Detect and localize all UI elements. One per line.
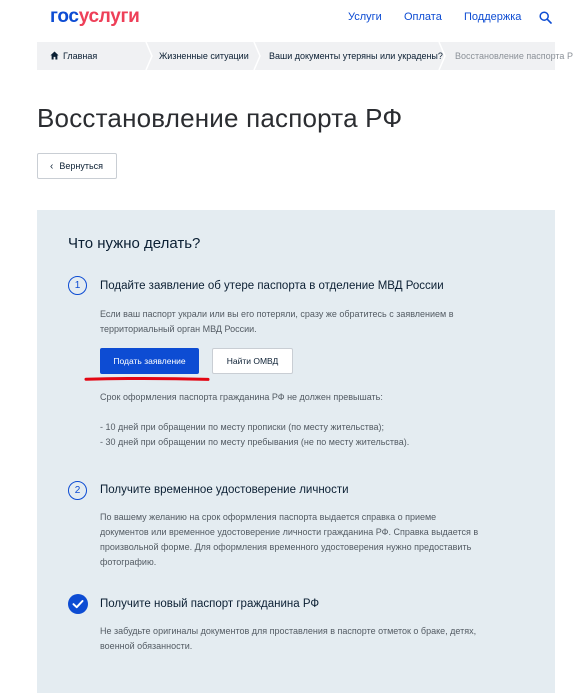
breadcrumb-life-situations[interactable]: Жизненные ситуации [159, 51, 249, 61]
text-line: Не забудьте оригиналы документов для про… [100, 626, 477, 636]
logo-part-gos: гос [50, 6, 79, 27]
back-button[interactable]: ‹ Вернуться [37, 153, 117, 179]
step-3-title: Получите новый паспорт гражданина РФ [100, 598, 320, 610]
step-2-description: По вашему желанию на срок оформления пас… [100, 510, 478, 570]
site-header: госуслуги Услуги Оплата Поддержка [0, 0, 573, 38]
breadcrumb-home[interactable]: Главная [63, 51, 97, 61]
nav-support-link[interactable]: Поддержка [464, 11, 521, 23]
step-3-description: Не забудьте оригиналы документов для про… [100, 624, 476, 654]
breadcrumb: Главная Жизненные ситуации Ваши документ… [37, 42, 573, 70]
step-2-title: Получите временное удостоверение личност… [100, 484, 349, 496]
chevron-left-icon: ‹ [50, 160, 54, 172]
step-number-badge: 1 [68, 276, 87, 295]
text-line: По вашему желанию на срок оформления пас… [100, 512, 437, 522]
logo-part-uslugi: услуги [78, 6, 140, 27]
text-line: документов или временное удостоверение л… [100, 527, 479, 537]
step-1-description: Если ваш паспорт украли или вы его потер… [100, 307, 454, 337]
red-highlight-underline [84, 376, 210, 381]
submit-application-button[interactable]: Подать заявление [100, 348, 199, 374]
breadcrumb-separator [253, 42, 261, 70]
nav-payment-link[interactable]: Оплата [404, 11, 442, 23]
step-1-term-text: Срок оформления паспорта гражданина РФ н… [100, 392, 383, 402]
list-item: - 10 дней при обращении по месту прописк… [100, 422, 385, 432]
text-line: Если ваш паспорт украли или вы его потер… [100, 309, 454, 319]
page-title: Восстановление паспорта РФ [37, 103, 403, 133]
search-icon[interactable] [539, 11, 552, 24]
check-circle-icon [68, 594, 88, 614]
back-button-label: Вернуться [59, 161, 104, 171]
step-1-term-list: - 10 дней при обращении по месту прописк… [100, 420, 409, 450]
gosuslugi-logo[interactable]: госуслуги [50, 6, 140, 28]
step-1-title: Подайте заявление об утере паспорта в от… [100, 280, 444, 292]
breadcrumb-lost-documents[interactable]: Ваши документы утеряны или украдены? [269, 51, 443, 61]
text-line: произвольной форме. Для оформления време… [100, 542, 472, 552]
panel-title: Что нужно делать? [68, 235, 201, 252]
list-item: - 30 дней при обращении по месту пребыва… [100, 437, 410, 447]
text-line: территориальный орган МВД России. [100, 324, 257, 334]
find-omvd-button[interactable]: Найти ОМВД [212, 348, 293, 374]
home-icon[interactable] [50, 51, 59, 60]
breadcrumb-separator [145, 42, 153, 70]
breadcrumb-current: Восстановление паспорта РФ [455, 51, 573, 61]
step-number-badge: 2 [68, 481, 87, 500]
text-line: фотографию. [100, 557, 157, 567]
breadcrumb-separator [438, 42, 446, 70]
text-line: военной обязанности. [100, 641, 193, 651]
nav-services-link[interactable]: Услуги [348, 11, 382, 23]
